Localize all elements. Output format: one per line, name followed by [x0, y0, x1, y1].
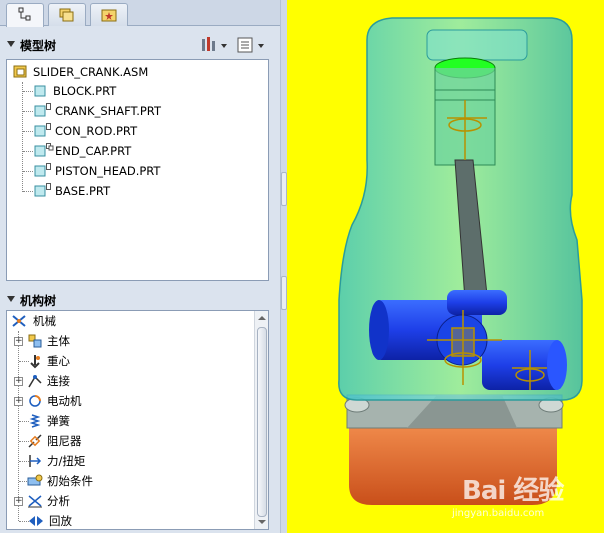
- bodies-icon: [28, 334, 42, 348]
- component-flag-icon: [46, 183, 51, 190]
- navigator-panel: 模型树 SLIDER_CRANK.ASM BLOCK.PRT CRANK_SHA…: [0, 0, 280, 533]
- connection-icon: [28, 375, 42, 388]
- assembly-icon: [13, 65, 27, 78]
- expand-toggle[interactable]: +: [14, 377, 23, 386]
- model-tree-header[interactable]: 模型树: [0, 33, 280, 57]
- tree-filters-icon[interactable]: [236, 36, 268, 54]
- favorites-folder-icon: [101, 9, 117, 22]
- tab-folder-browser[interactable]: [48, 3, 86, 26]
- model-tree-icon: [18, 7, 31, 21]
- gravity-icon: [30, 355, 40, 369]
- folder-stack-icon: [59, 8, 74, 22]
- mechanism-tree-scrollbar[interactable]: [254, 311, 268, 529]
- panel-splitter[interactable]: [280, 0, 287, 533]
- force-torque-icon: [29, 455, 42, 467]
- playback-icon: [29, 516, 43, 526]
- component-flag-icon: [46, 123, 51, 130]
- spring-icon: [29, 414, 41, 428]
- expand-toggle[interactable]: +: [14, 337, 23, 346]
- component-flag-icon: [46, 143, 54, 151]
- scroll-down-icon[interactable]: [257, 518, 267, 526]
- expand-toggle[interactable]: +: [14, 397, 23, 406]
- motor-icon: [29, 395, 41, 407]
- baidu-watermark-url: jingyan.baidu.com: [452, 508, 545, 519]
- mechanism-tree-header[interactable]: 机构树: [0, 288, 280, 312]
- analysis-icon: [28, 495, 42, 508]
- graphics-viewport[interactable]: Bai 经验 jingyan.baidu.com: [287, 0, 604, 533]
- mechanism-icon: [12, 315, 26, 327]
- part-icon: [34, 85, 46, 97]
- tab-model-tree[interactable]: [6, 3, 44, 27]
- model-tree-title: 模型树: [20, 39, 57, 53]
- housing-top-opening: [426, 29, 528, 61]
- model-tree: SLIDER_CRANK.ASM BLOCK.PRT CRANK_SHAFT.P…: [6, 59, 269, 281]
- scroll-up-icon[interactable]: [257, 314, 267, 322]
- initial-conditions-icon: [27, 474, 43, 486]
- component-flag-icon: [46, 163, 51, 170]
- tree-settings-icon[interactable]: [200, 36, 230, 54]
- collapse-arrow-icon[interactable]: [7, 41, 15, 47]
- damper-icon: [28, 434, 42, 448]
- expand-toggle[interactable]: +: [14, 497, 23, 506]
- slider-crank-model: [338, 17, 583, 505]
- tab-favorites[interactable]: [90, 3, 128, 26]
- baidu-watermark: Bai 经验: [462, 476, 564, 506]
- navigator-tab-strip: [0, 0, 280, 27]
- collapse-arrow-icon[interactable]: [7, 296, 15, 302]
- mechanism-tree-title: 机构树: [20, 294, 57, 308]
- scroll-thumb[interactable]: [257, 327, 267, 517]
- mechanism-tree: 机械 + 主体 重心 + 连接 + 电动机 弹簧 阻尼器 力/扭矩 初始条件 +…: [6, 310, 269, 530]
- component-flag-icon: [46, 103, 51, 110]
